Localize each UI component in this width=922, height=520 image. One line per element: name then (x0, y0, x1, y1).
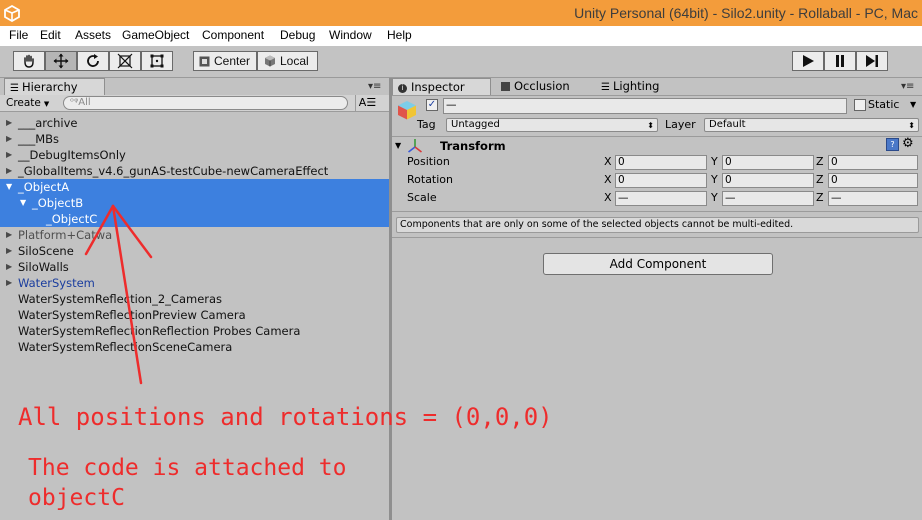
annotation-arrow (84, 204, 153, 385)
annotation-arrow-shaft (111, 204, 143, 385)
annotation-objectc-text: objectC (28, 485, 125, 511)
annotation-arrow-head-left (84, 204, 115, 256)
annotation-code-text: The code is attached to (28, 455, 347, 481)
annotation-positions-text: All positions and rotations = (0,0,0) (18, 403, 553, 431)
